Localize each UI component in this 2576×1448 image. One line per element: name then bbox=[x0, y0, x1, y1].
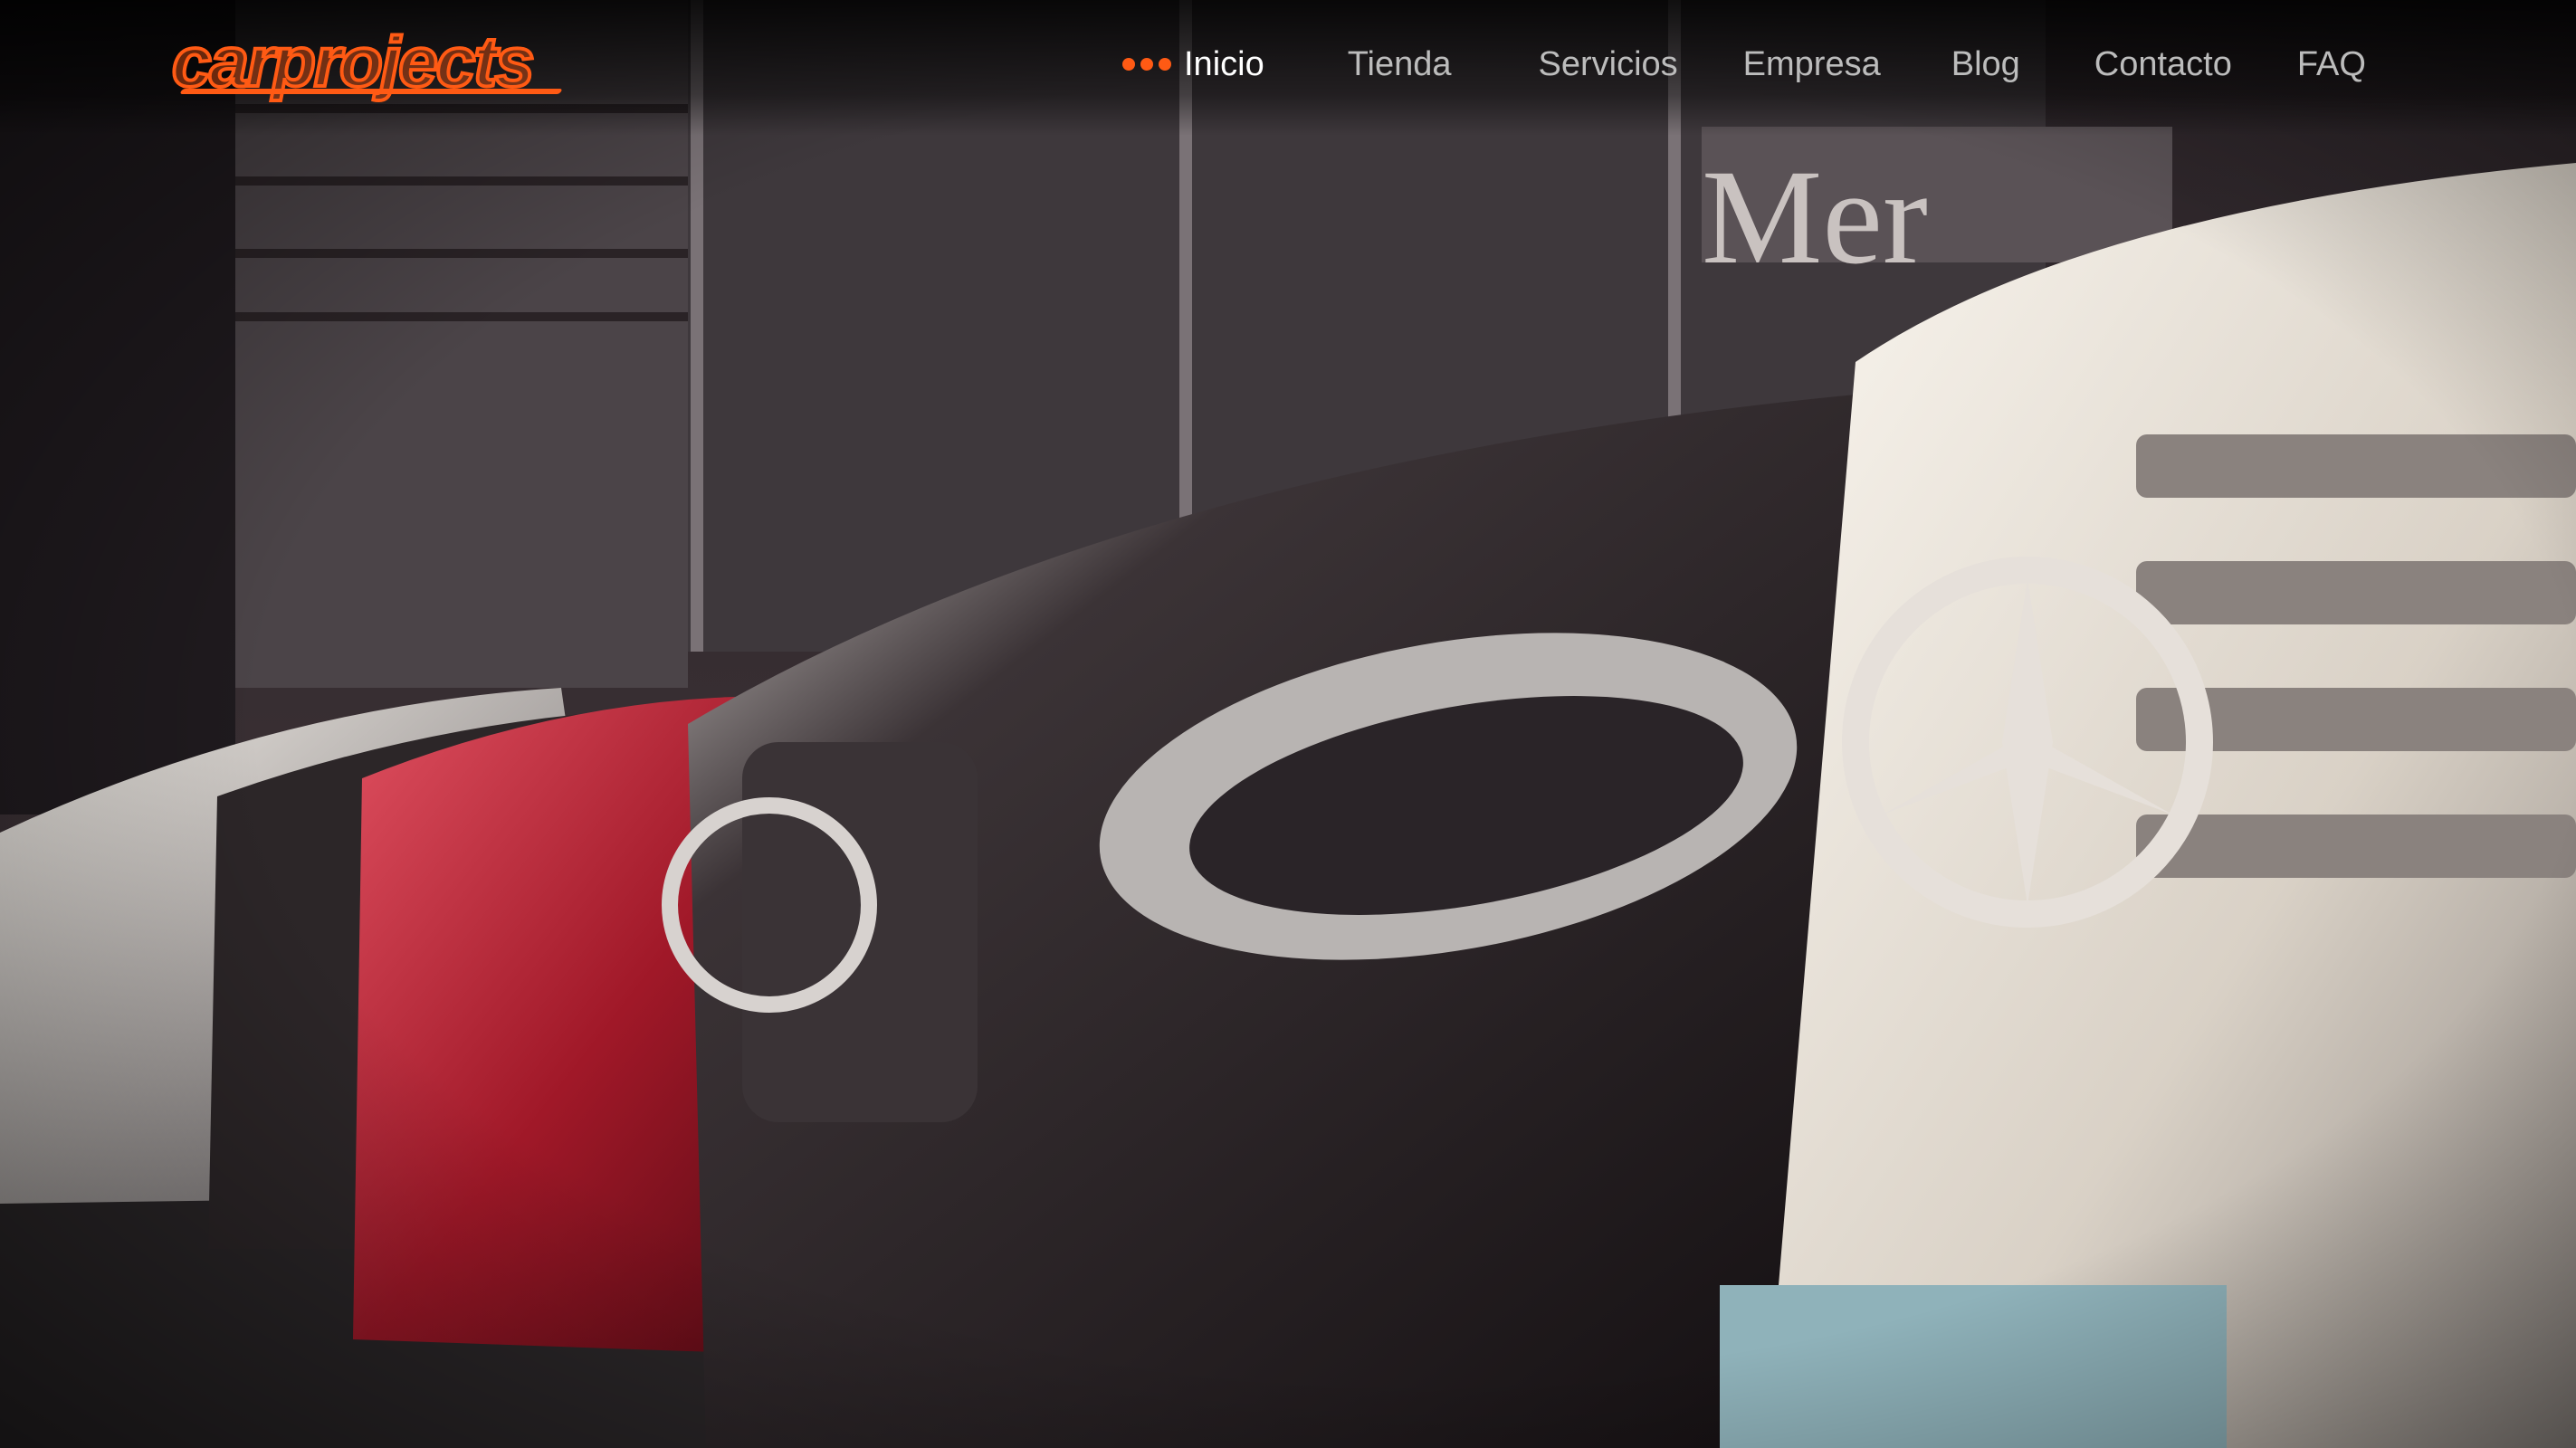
nav-item-label: Tienda bbox=[1347, 44, 1452, 83]
nav-item-label: Servicios bbox=[1538, 44, 1678, 83]
hero-background-image: Mer bbox=[0, 0, 2576, 1448]
nav-item-empresa[interactable]: Empresa bbox=[1743, 45, 1881, 84]
top-navbar: carprojects Inicio Tienda Servicios Empr… bbox=[0, 0, 2576, 136]
nav-item-label: Blog bbox=[1951, 44, 2020, 83]
nav-item-label: FAQ bbox=[2296, 44, 2366, 83]
nav-item-label: Empresa bbox=[1742, 44, 1881, 83]
carprojects-logo[interactable]: carprojects bbox=[170, 20, 537, 103]
nav-item-servicios[interactable]: Servicios bbox=[1539, 45, 1678, 84]
three-dots-icon bbox=[1122, 58, 1171, 71]
nav-item-blog[interactable]: Blog bbox=[1951, 45, 2020, 84]
nav-item-contacto[interactable]: Contacto bbox=[2094, 45, 2232, 84]
nav-item-faq[interactable]: FAQ bbox=[2297, 45, 2366, 84]
logo-swoosh bbox=[179, 89, 563, 94]
nav-item-label: Contacto bbox=[2094, 44, 2232, 83]
nav-item-label: Inicio bbox=[1184, 44, 1264, 83]
nav-item-tienda[interactable]: Tienda bbox=[1348, 45, 1452, 84]
nav-item-inicio[interactable]: Inicio bbox=[1122, 45, 1264, 84]
main-nav-menu: Inicio Tienda Servicios Empresa Blog Con… bbox=[1122, 33, 2366, 96]
